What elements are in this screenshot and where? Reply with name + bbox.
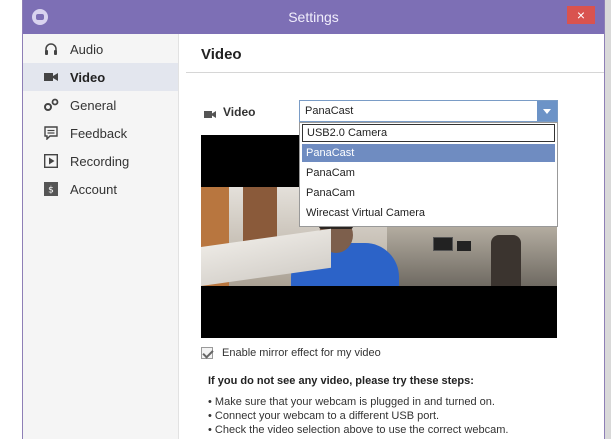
- camera-option[interactable]: USB2.0 Camera: [302, 124, 555, 142]
- camera-options-list: USB2.0 Camera PanaCast PanaCam PanaCam W…: [299, 122, 558, 227]
- title-divider: [186, 72, 604, 73]
- video-settings-panel: Video Video PanaCast USB2.0 Camera PanaC…: [179, 34, 604, 439]
- sidebar-item-label: Audio: [70, 41, 104, 57]
- page-title: Video: [201, 46, 242, 63]
- sidebar-item-account[interactable]: $ Account: [23, 175, 178, 203]
- list-item: • Connect your webcam to a different USB…: [208, 410, 440, 422]
- sidebar-item-label: General: [70, 97, 117, 113]
- sidebar-item-label: Feedback: [70, 125, 128, 141]
- help-steps: • Make sure that your webcam is plugged …: [208, 395, 508, 437]
- gears-icon: [43, 97, 59, 113]
- title-bar[interactable]: Settings ×: [23, 0, 604, 34]
- sidebar-item-video[interactable]: Video: [23, 63, 178, 91]
- mirror-option[interactable]: Enable mirror effect for my video: [201, 347, 381, 359]
- svg-text:$: $: [48, 186, 54, 196]
- camera-option[interactable]: PanaCam: [302, 184, 555, 202]
- video-camera-icon: [204, 108, 216, 118]
- mirror-label: Enable mirror effect for my video: [222, 347, 381, 359]
- camera-select-value: PanaCast: [305, 105, 354, 117]
- list-item: • Check the video selection above to use…: [208, 424, 509, 436]
- recording-icon: [43, 153, 59, 169]
- background-window-edge: [605, 0, 611, 439]
- sidebar-item-recording[interactable]: Recording: [23, 147, 178, 175]
- video-label-text: Video: [223, 105, 256, 119]
- help-heading: If you do not see any video, please try …: [208, 375, 474, 387]
- list-item: • Make sure that your webcam is plugged …: [208, 396, 495, 408]
- sidebar-item-label: Recording: [70, 153, 130, 169]
- sidebar-item-feedback[interactable]: Feedback: [23, 119, 178, 147]
- sidebar-item-audio[interactable]: Audio: [23, 35, 178, 63]
- video-device-label: Video: [204, 105, 255, 119]
- settings-window: Settings × Audio Video General Feedback …: [22, 0, 605, 439]
- camera-select[interactable]: PanaCast: [299, 100, 558, 122]
- help-step-text: Make sure that your webcam is plugged in…: [214, 396, 495, 408]
- sidebar-item-label: Account: [70, 181, 117, 197]
- camera-option[interactable]: PanaCast: [302, 144, 555, 162]
- sidebar-item-label: Video: [70, 69, 106, 85]
- help-step-text: Check the video selection above to use t…: [214, 424, 509, 436]
- feedback-icon: [43, 125, 59, 141]
- video-camera-icon: [43, 69, 59, 85]
- close-button[interactable]: ×: [567, 6, 595, 24]
- help-step-text: Connect your webcam to a different USB p…: [214, 410, 440, 422]
- window-title: Settings: [288, 9, 339, 25]
- camera-option[interactable]: PanaCam: [302, 164, 555, 182]
- mirror-checkbox[interactable]: [201, 347, 213, 359]
- camera-option[interactable]: Wirecast Virtual Camera: [302, 204, 555, 222]
- account-icon: $: [43, 181, 59, 197]
- settings-sidebar: Audio Video General Feedback Recording $…: [23, 34, 179, 439]
- headphones-icon: [43, 41, 59, 57]
- chevron-down-icon[interactable]: [537, 101, 557, 121]
- sidebar-item-general[interactable]: General: [23, 91, 178, 119]
